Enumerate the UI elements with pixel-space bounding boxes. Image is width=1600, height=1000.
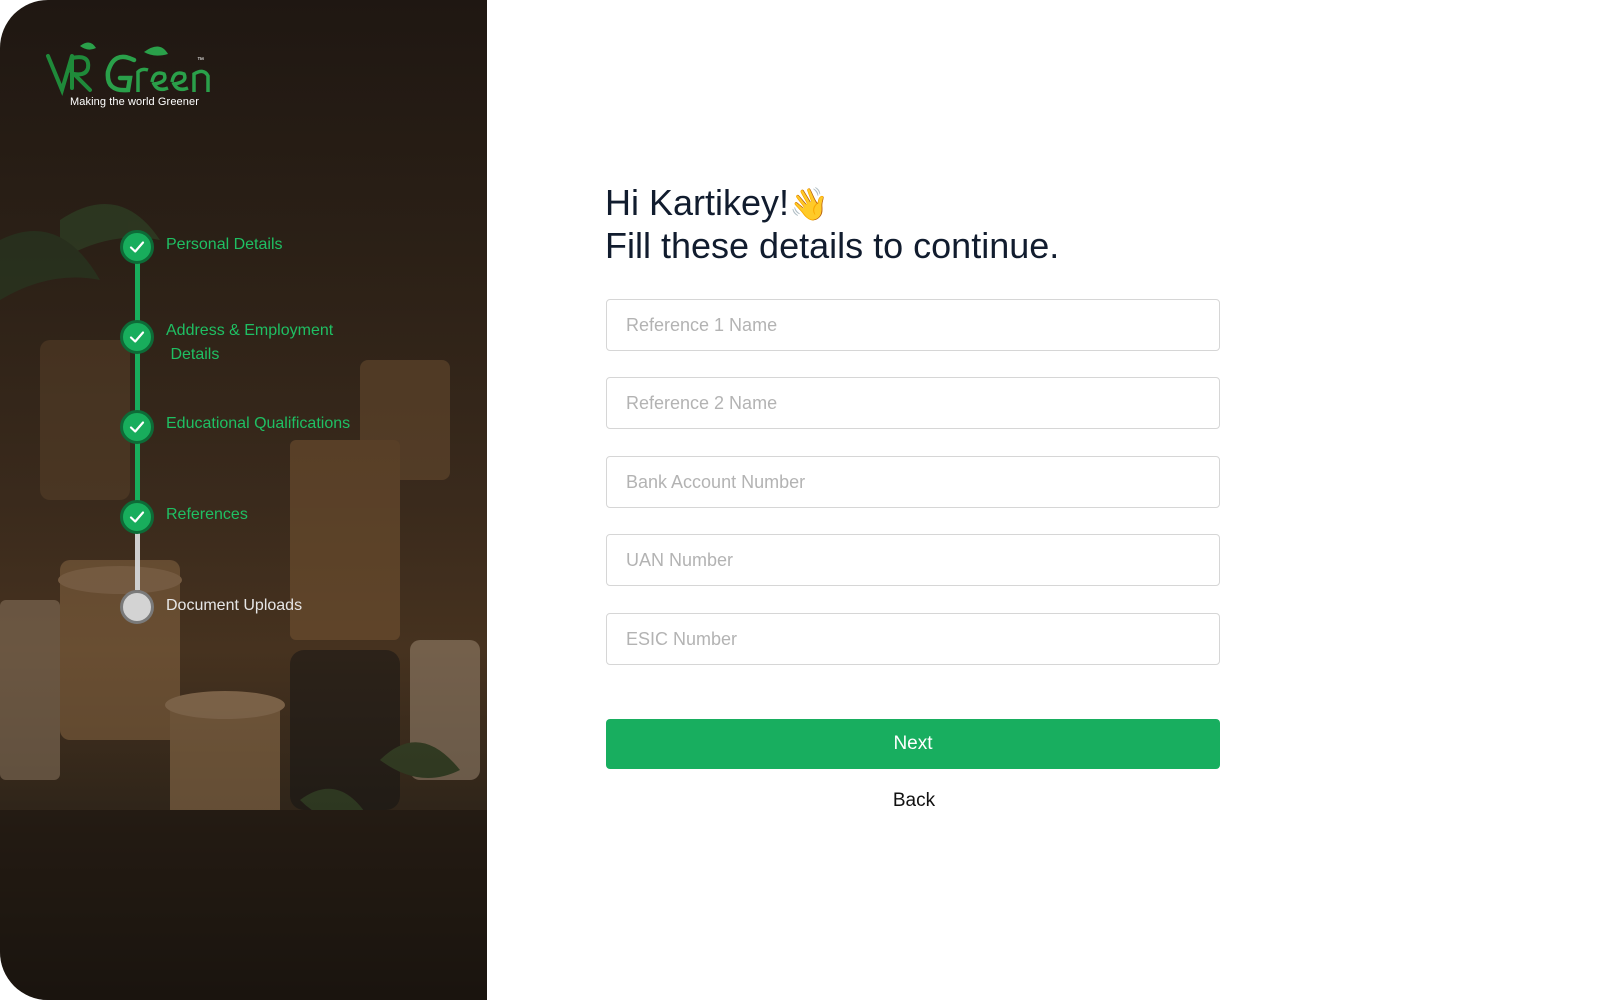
reference-2-name-input[interactable] <box>607 378 1219 428</box>
step-3-complete-icon <box>120 410 154 444</box>
step-educational-qualifications[interactable]: Educational Qualifications <box>166 412 350 436</box>
step-connector <box>135 532 140 590</box>
page-subtitle: Fill these details to continue. <box>605 225 1060 266</box>
check-icon <box>129 421 145 433</box>
check-icon <box>129 241 145 253</box>
waving-hand-icon: 👋 <box>789 186 829 222</box>
uan-number-field[interactable] <box>606 534 1220 586</box>
greeting-text: Hi Kartikey! <box>605 182 790 223</box>
page-title: Hi Kartikey!👋 Fill these details to cont… <box>605 182 1059 267</box>
step-connector <box>135 262 140 328</box>
bank-account-number-field[interactable] <box>606 456 1220 508</box>
step-personal-details[interactable]: Personal Details <box>166 233 283 257</box>
esic-number-field[interactable] <box>606 613 1220 665</box>
step-2-complete-icon <box>120 320 154 354</box>
check-icon <box>129 331 145 343</box>
step-address-employment[interactable]: Address & Employment Details <box>166 319 333 367</box>
bank-account-number-input[interactable] <box>607 457 1219 507</box>
sidebar-panel: ™ Making the world Greener Personal Deta… <box>0 0 487 1000</box>
progress-stepper: Personal Details Address & Employment De… <box>0 0 487 1000</box>
esic-number-input[interactable] <box>607 614 1219 664</box>
step-connector <box>135 352 140 418</box>
step-4-complete-icon <box>120 500 154 534</box>
step-connector <box>135 442 140 508</box>
check-icon <box>129 511 145 523</box>
reference-1-name-field[interactable] <box>606 299 1220 351</box>
step-document-uploads[interactable]: Document Uploads <box>166 594 302 618</box>
back-button[interactable]: Back <box>866 786 962 816</box>
step-5-pending-icon <box>120 590 154 624</box>
uan-number-input[interactable] <box>607 535 1219 585</box>
next-button[interactable]: Next <box>606 719 1220 769</box>
app-window: ™ Making the world Greener Personal Deta… <box>0 0 1600 1000</box>
step-references[interactable]: References <box>166 503 248 527</box>
step-1-complete-icon <box>120 230 154 264</box>
reference-1-name-input[interactable] <box>607 300 1219 350</box>
reference-2-name-field[interactable] <box>606 377 1220 429</box>
